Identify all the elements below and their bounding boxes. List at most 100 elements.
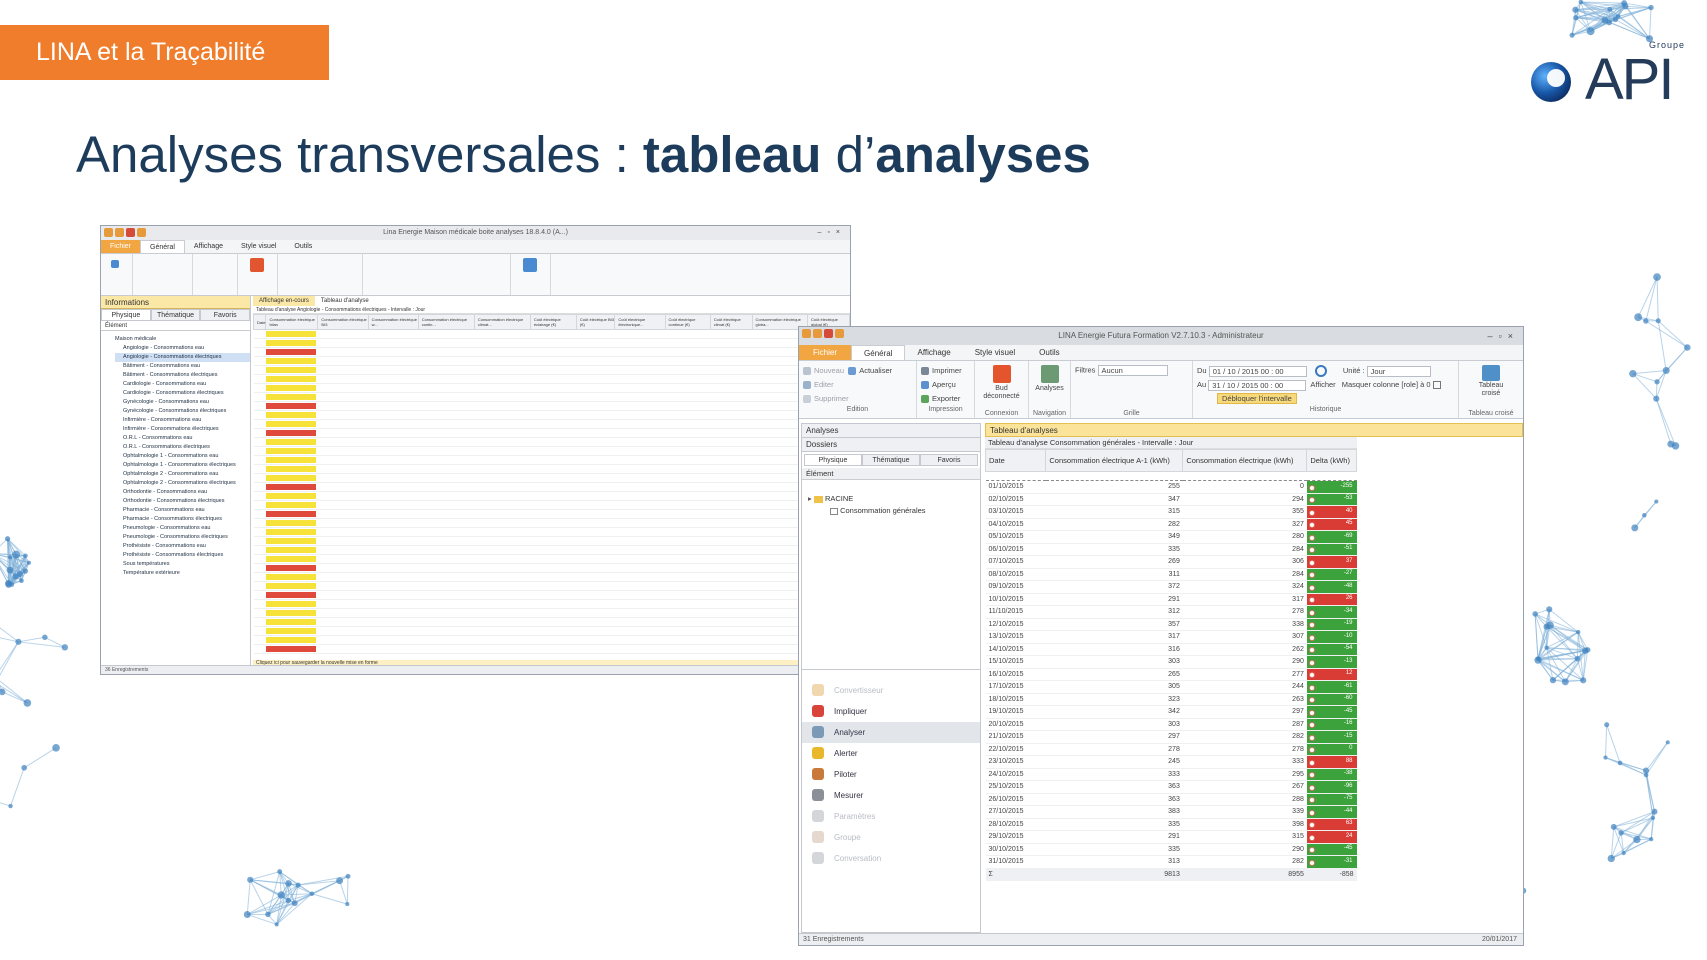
window-controls[interactable]: –▫× — [818, 226, 846, 240]
table-row[interactable]: 12/10/2015 357 338 -19 — [985, 618, 1357, 631]
table-row[interactable]: 03/10/2015 315 355 40 — [985, 505, 1357, 519]
unit-select[interactable]: Jour — [1366, 365, 1431, 377]
tree-item[interactable]: Ophtalmologie 2 - Consommations eau — [115, 470, 250, 479]
column-header[interactable]: Coût électrique Bt3 (€) — [575, 314, 616, 330]
table-row[interactable]: 27/10/2015 383 339 -44 — [985, 805, 1357, 819]
tree-item[interactable]: Température extérieure — [115, 569, 250, 578]
table-row[interactable]: 19/10/2015 342 297 -45 — [985, 705, 1357, 719]
table-row[interactable] — [253, 383, 850, 393]
tree-item[interactable]: Sous températures — [115, 560, 250, 569]
table-row[interactable]: 08/10/2015 311 284 -27 — [985, 568, 1357, 581]
tree-item[interactable]: Pneumologie - Consommations eau — [115, 524, 250, 533]
table-row[interactable] — [253, 410, 850, 420]
tab-favoris[interactable]: Favoris — [200, 309, 251, 321]
menu-general[interactable]: Général — [851, 345, 906, 360]
table-row[interactable]: 02/10/2015 347 294 -53 — [985, 493, 1357, 506]
tree-item[interactable]: Angiologie - Consommations eau — [115, 344, 250, 353]
afficher-icon[interactable] — [1314, 365, 1327, 378]
column-header[interactable]: Coût électrique continue (€) — [664, 314, 711, 330]
table-row[interactable]: 07/10/2015 269 306 37 — [985, 555, 1357, 569]
tree-item[interactable]: Orthodontie - Consommations eau — [115, 488, 250, 497]
table-row[interactable] — [253, 365, 850, 375]
tree-item[interactable]: Ophtalmologie 1 - Consommations électriq… — [115, 461, 250, 470]
editer-button[interactable]: Editer — [814, 380, 834, 389]
table-row[interactable]: 01/10/2015 255 0 -255 — [985, 480, 1357, 494]
column-header-delta[interactable]: Delta (kWh) — [1306, 449, 1357, 472]
table-row[interactable] — [253, 356, 850, 366]
table-row[interactable] — [253, 608, 850, 618]
table-row[interactable] — [253, 545, 850, 555]
table-row[interactable]: 18/10/2015 323 263 -60 — [985, 693, 1357, 706]
tree-item[interactable]: Bâtiment - Consommations eau — [115, 362, 250, 371]
table-row[interactable]: 30/10/2015 335 290 -45 — [985, 843, 1357, 856]
tab-affichage-en-cours[interactable]: Affichage en-cours — [253, 296, 315, 306]
filters-select[interactable]: Aucun — [1097, 365, 1168, 376]
table-row[interactable] — [253, 329, 850, 339]
tree-item[interactable]: Infirmière - Consommations eau — [115, 416, 250, 425]
tab-physique[interactable]: Physique — [804, 454, 862, 466]
column-header-date[interactable]: Date — [985, 449, 1047, 472]
menu-fichier[interactable]: Fichier — [101, 240, 141, 253]
column-header[interactable]: Consommation électrique Bt3 — [317, 314, 369, 330]
table-row[interactable] — [253, 374, 850, 384]
analyses-button[interactable]: Analyses — [1029, 385, 1070, 392]
table-row[interactable]: 31/10/2015 313 282 -31 — [985, 855, 1357, 869]
nav-item-piloter[interactable]: Piloter — [802, 764, 980, 785]
tab-tableau-analyse[interactable]: Tableau d'analyse — [315, 296, 375, 306]
tree-root[interactable]: Maison médicale — [115, 335, 250, 344]
tab-thematique[interactable]: Thématique — [150, 309, 201, 321]
menu-general[interactable]: Général — [140, 240, 185, 253]
table-row[interactable] — [253, 518, 850, 528]
table-row[interactable]: 05/10/2015 349 280 -69 — [985, 530, 1357, 544]
table-row[interactable]: 09/10/2015 372 324 -48 — [985, 580, 1357, 594]
menu-affichage[interactable]: Affichage — [905, 345, 962, 360]
column-header[interactable]: Date — [253, 314, 267, 330]
bud-deconnecte-button[interactable]: Bud déconnecté — [975, 385, 1028, 401]
column-header-a1[interactable]: Consommation électrique A-1 (kWh) — [1045, 449, 1184, 472]
table-row[interactable]: 15/10/2015 303 290 -13 — [985, 655, 1357, 669]
tab-thematique[interactable]: Thématique — [862, 454, 920, 466]
masquer-colonne-checkbox[interactable] — [1432, 381, 1441, 390]
nav-item-conversation[interactable]: Conversation — [802, 848, 980, 869]
menu-style-visuel[interactable]: Style visuel — [963, 345, 1027, 360]
table-row[interactable] — [253, 599, 850, 609]
analyses-icon[interactable] — [1040, 365, 1059, 383]
afficher-button[interactable]: Afficher — [1310, 380, 1335, 389]
table-row[interactable]: 14/10/2015 316 262 -54 — [985, 643, 1357, 656]
tab-physique[interactable]: Physique — [101, 309, 151, 321]
date-from-input[interactable]: 01 / 10 / 2015 00 : 00 — [1208, 365, 1307, 377]
nav-item-alerter[interactable]: Alerter — [802, 743, 980, 764]
table-row[interactable] — [253, 617, 850, 627]
table-row[interactable] — [253, 572, 850, 582]
supprimer-button[interactable]: Supprimer — [814, 394, 849, 403]
tree-item[interactable]: Gynécologie - Consommations eau — [115, 398, 250, 407]
tree-item[interactable]: Pneumologie - Consommations électriques — [115, 533, 250, 542]
tree-item[interactable]: Prothésiste - Consommations électriques — [115, 551, 250, 560]
nav-item-mesurer[interactable]: Mesurer — [802, 785, 980, 806]
tree-item[interactable]: Prothésiste - Consommations eau — [115, 542, 250, 551]
quick-access-icons[interactable] — [802, 329, 844, 338]
back-data-table[interactable]: Date Consommation électrique bilan Consomm… — [253, 314, 850, 654]
filter-row[interactable] — [985, 471, 1357, 481]
tree-item[interactable]: Pharmacie - Consommations électriques — [115, 515, 250, 524]
table-row[interactable]: 06/10/2015 335 284 -51 — [985, 543, 1357, 556]
column-header[interactable]: Consommation électrique climat... — [473, 314, 531, 330]
nav-item-impliquer[interactable]: Impliquer — [802, 701, 980, 722]
table-row[interactable] — [253, 446, 850, 456]
tableau-croise-icon[interactable] — [1482, 365, 1500, 381]
tree-item[interactable]: Gynécologie - Consommations électriques — [115, 407, 250, 416]
table-row[interactable]: 24/10/2015 333 295 -38 — [985, 768, 1357, 781]
table-row[interactable] — [253, 644, 850, 654]
actualiser-button[interactable]: Actualiser — [859, 366, 892, 375]
column-header[interactable]: Coût électrique électronique... — [614, 314, 666, 330]
table-row[interactable]: 20/10/2015 303 287 -16 — [985, 718, 1357, 731]
tree-item[interactable]: Ophtalmologie 2 - Consommations électriq… — [115, 479, 250, 488]
table-row[interactable] — [253, 464, 850, 474]
table-row[interactable] — [253, 428, 850, 438]
table-row[interactable] — [253, 392, 850, 402]
table-row[interactable] — [253, 437, 850, 447]
table-row[interactable]: 13/10/2015 317 307 -10 — [985, 630, 1357, 644]
table-row[interactable] — [253, 419, 850, 429]
tableau-croise-button[interactable]: Tableau croisé — [1459, 382, 1523, 398]
tree-item[interactable]: Pharmacie - Consommations eau — [115, 506, 250, 515]
